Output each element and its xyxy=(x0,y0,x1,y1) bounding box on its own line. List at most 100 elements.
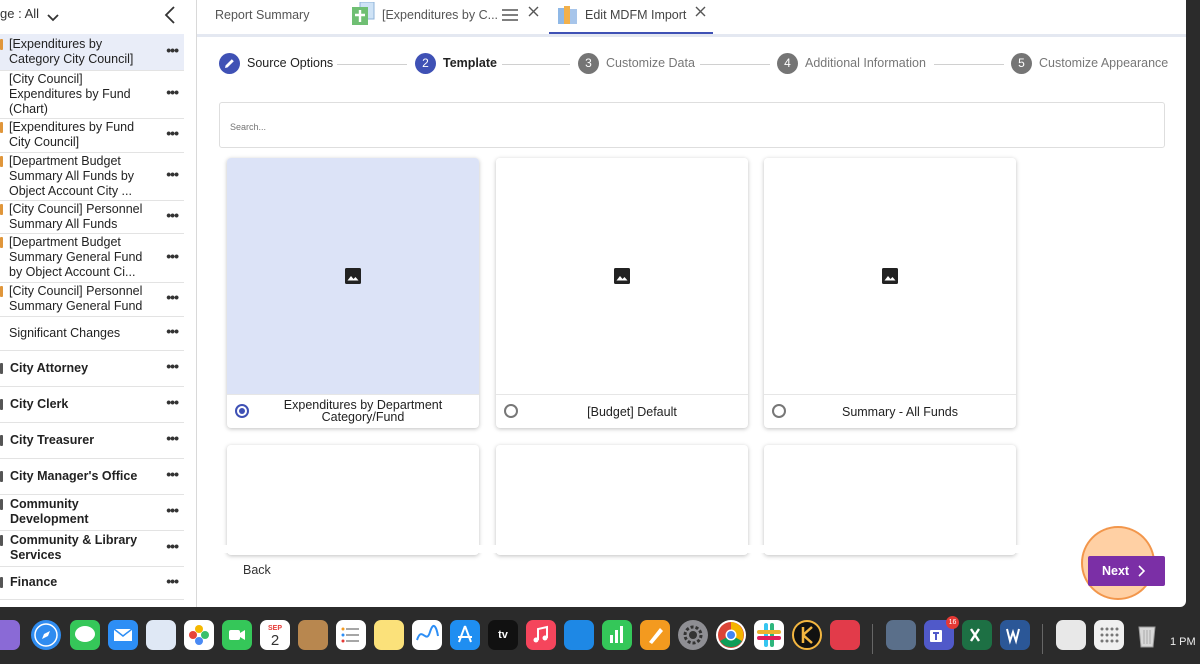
tab-edit-mdfm-import[interactable]: Edit MDFM Import xyxy=(549,0,713,34)
sidebar-item-line: Category City Council] xyxy=(9,52,134,66)
filter-label[interactable]: ge : All xyxy=(0,6,39,21)
safari-icon[interactable] xyxy=(31,620,61,650)
more-options-icon[interactable]: ••• xyxy=(166,290,179,305)
tab-label: [Expenditures by C... xyxy=(382,8,499,22)
more-options-icon[interactable]: ••• xyxy=(166,126,179,141)
more-options-icon[interactable]: ••• xyxy=(166,249,179,264)
more-options-icon[interactable]: ••• xyxy=(166,208,179,223)
sidebar-item[interactable]: [Expenditures by Category City Council] ••… xyxy=(0,34,184,71)
facetime-icon[interactable] xyxy=(222,620,252,650)
sidebar-item-label: [City Council] Personnel Summary All Fund… xyxy=(9,202,142,232)
template-search[interactable] xyxy=(219,102,1165,148)
contacts-icon[interactable] xyxy=(298,620,328,650)
more-options-icon[interactable]: ••• xyxy=(166,431,179,446)
sidebar-item-label: [City Council] Expenditures by Fund (Chart… xyxy=(9,72,131,117)
sidebar-item[interactable]: Community Development ••• xyxy=(0,494,184,531)
reminders-icon[interactable] xyxy=(336,620,366,650)
more-options-icon[interactable]: ••• xyxy=(166,167,179,182)
next-button[interactable]: Next xyxy=(1088,556,1165,586)
excel-icon[interactable] xyxy=(962,620,992,650)
template-name-line: Summary - All Funds xyxy=(841,405,958,419)
back-button[interactable]: Back xyxy=(243,563,271,577)
template-card[interactable] xyxy=(227,445,479,555)
template-radio[interactable] xyxy=(504,404,518,418)
app-store-folder-icon[interactable] xyxy=(146,620,176,650)
template-card[interactable] xyxy=(496,445,748,555)
sidebar-item[interactable]: City Clerk ••• xyxy=(0,386,184,423)
template-radio[interactable] xyxy=(235,404,249,418)
sidebar-item[interactable]: City Attorney ••• xyxy=(0,350,184,387)
screenshot-preview-icon[interactable] xyxy=(886,620,916,650)
tableplus-icon[interactable] xyxy=(830,620,860,650)
sidebar-item-line: Summary General Fund xyxy=(9,299,143,313)
sidebar-item[interactable]: City Treasurer ••• xyxy=(0,422,184,459)
app-store-icon[interactable] xyxy=(450,620,480,650)
template-thumbnail xyxy=(496,158,748,394)
more-options-icon[interactable]: ••• xyxy=(166,539,179,554)
sidebar-item[interactable]: [Department Budget Summary All Funds by Ob… xyxy=(0,152,184,201)
sidebar-item[interactable]: [Department Budget Summary General Fund by… xyxy=(0,233,184,283)
sidebar-item[interactable]: City Manager's Office ••• xyxy=(0,458,184,495)
close-tab-icon[interactable] xyxy=(695,6,706,20)
numbers-icon[interactable] xyxy=(602,620,632,650)
slack-icon[interactable] xyxy=(754,620,784,650)
more-options-icon[interactable]: ••• xyxy=(166,324,179,339)
more-options-icon[interactable]: ••• xyxy=(166,395,179,410)
collapse-sidebar-icon[interactable] xyxy=(163,5,177,30)
template-card[interactable] xyxy=(764,445,1016,555)
folder-marker-icon xyxy=(0,535,3,546)
system-settings-icon[interactable] xyxy=(678,620,708,650)
template-card[interactable]: Summary - All Funds xyxy=(764,158,1016,428)
pages-icon[interactable] xyxy=(640,620,670,650)
tab-expenditures[interactable]: [Expenditures by C... xyxy=(352,0,547,32)
template-card[interactable]: [Budget] Default xyxy=(496,158,748,428)
freeform-icon[interactable] xyxy=(412,620,442,650)
template-name: [Budget] Default xyxy=(526,406,738,419)
launchpad-icon[interactable] xyxy=(0,620,20,650)
step-number: 2 xyxy=(415,53,436,74)
sidebar-item[interactable]: Significant Changes ••• xyxy=(0,316,184,351)
sidebar-item-line: City Clerk xyxy=(10,397,69,411)
template-thumbnail xyxy=(227,158,479,394)
more-options-icon[interactable]: ••• xyxy=(166,43,179,58)
mail-icon[interactable] xyxy=(108,620,138,650)
macos-dock: SEP 2 tv 16 xyxy=(0,616,1170,664)
more-options-icon[interactable]: ••• xyxy=(166,85,179,100)
sidebar-item[interactable]: Community & Library Services ••• xyxy=(0,530,184,567)
downloads-folder-icon[interactable] xyxy=(1094,620,1124,650)
step-label: Additional Information xyxy=(805,56,926,70)
keynote-icon[interactable] xyxy=(564,620,594,650)
search-input[interactable] xyxy=(228,121,1132,133)
chrome-icon[interactable] xyxy=(716,620,746,650)
sidebar-item[interactable]: [Expenditures by Fund City Council] ••• xyxy=(0,118,184,153)
calendar-day: 2 xyxy=(270,632,280,649)
messages-icon[interactable] xyxy=(70,620,100,650)
menu-icon[interactable] xyxy=(502,9,518,24)
folder-marker-icon xyxy=(0,499,3,510)
keeper-icon[interactable] xyxy=(792,620,822,650)
document-icon[interactable] xyxy=(1056,620,1086,650)
close-tab-icon[interactable] xyxy=(528,6,539,20)
more-options-icon[interactable]: ••• xyxy=(166,574,179,589)
music-icon[interactable] xyxy=(526,620,556,650)
more-options-icon[interactable]: ••• xyxy=(166,359,179,374)
apple-tv-icon[interactable]: tv xyxy=(488,620,518,650)
more-options-icon[interactable]: ••• xyxy=(166,467,179,482)
template-radio[interactable] xyxy=(772,404,786,418)
notes-icon[interactable] xyxy=(374,620,404,650)
sidebar-item[interactable]: [City Council] Expenditures by Fund (Chart… xyxy=(0,70,184,119)
word-icon[interactable] xyxy=(1000,620,1030,650)
folder-marker-icon xyxy=(0,577,3,588)
more-options-icon[interactable]: ••• xyxy=(166,503,179,518)
sidebar-item[interactable]: [City Council] Personnel Summary All Fund… xyxy=(0,200,184,234)
photos-icon[interactable] xyxy=(184,620,214,650)
chevron-down-icon[interactable] xyxy=(47,9,59,27)
trash-icon[interactable] xyxy=(1132,620,1162,650)
tab-report-summary[interactable]: Report Summary xyxy=(215,0,345,32)
template-card[interactable]: Expenditures by Department Category/Fund xyxy=(227,158,479,428)
sidebar-item-line: Community & Library xyxy=(10,533,138,547)
sidebar-item-line: Services xyxy=(10,548,62,562)
sidebar-item[interactable]: Finance ••• xyxy=(0,566,184,600)
calendar-icon[interactable]: SEP 2 xyxy=(260,620,290,650)
sidebar-item[interactable]: [City Council] Personnel Summary General … xyxy=(0,282,184,317)
